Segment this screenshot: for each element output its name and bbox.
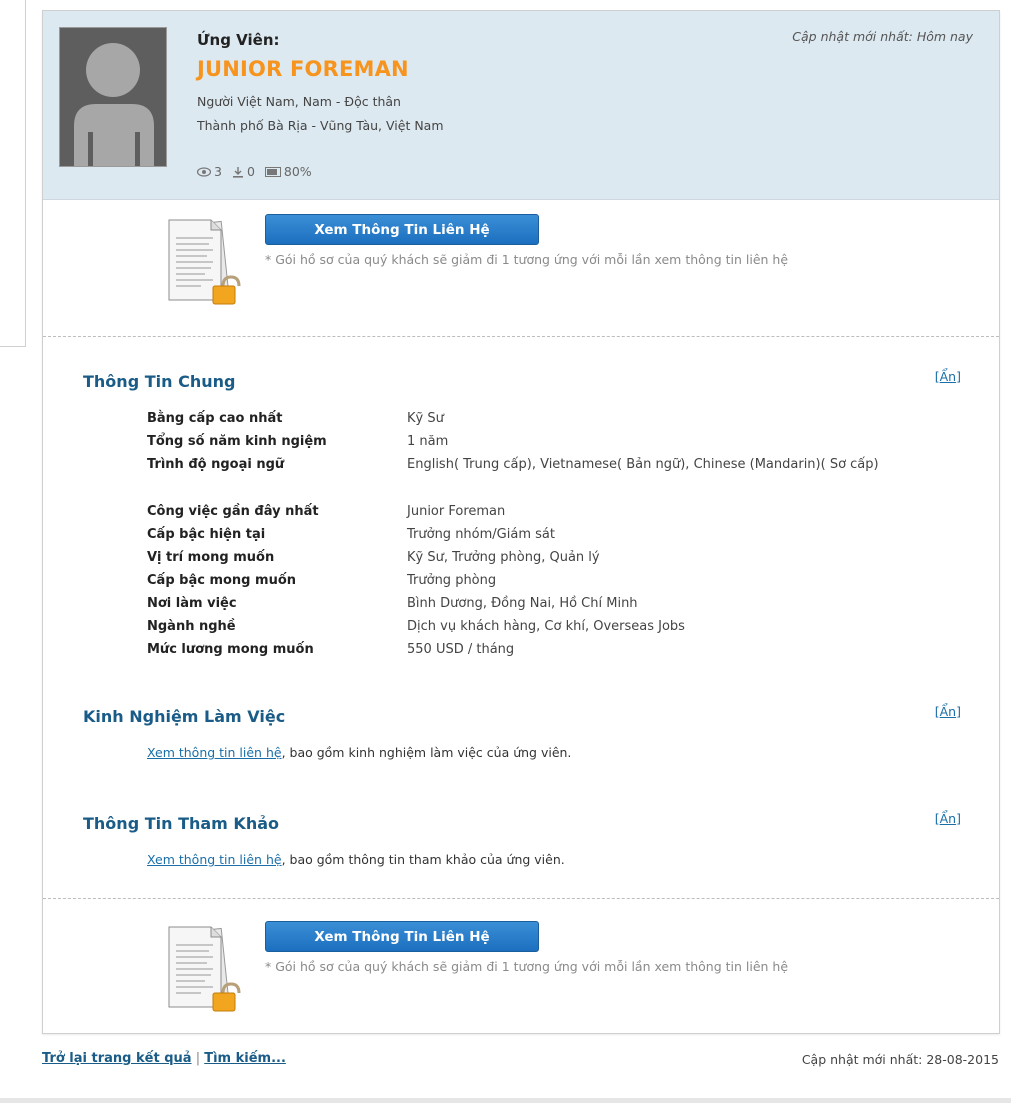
info-key: Vị trí mong muốn <box>147 550 275 565</box>
downloads-stat: 0 <box>232 164 255 179</box>
info-value: English( Trung cấp), Vietnamese( Bản ngữ… <box>407 457 879 472</box>
download-icon <box>232 166 243 178</box>
general-info-title: Thông Tin Chung <box>83 372 236 391</box>
views-count: 3 <box>214 164 222 179</box>
candidate-name: JUNIOR FOREMAN <box>197 57 409 81</box>
info-key: Cấp bậc hiện tại <box>147 527 266 542</box>
experience-title: Kinh Nghiệm Làm Việc <box>83 707 286 726</box>
back-to-results-link[interactable]: Trở lại trang kết quả <box>42 1051 192 1066</box>
bottom-divider <box>0 1098 1011 1103</box>
info-key: Bằng cấp cao nhất <box>147 411 283 426</box>
eye-icon <box>197 166 211 177</box>
info-value: Dịch vụ khách hàng, Cơ khí, Overseas Job… <box>407 619 685 634</box>
view-contact-button-bottom[interactable]: Xem Thông Tin Liên Hệ <box>265 921 539 952</box>
info-key: Nơi làm việc <box>147 596 237 611</box>
reference-contact-link[interactable]: Xem thông tin liên hệ <box>147 852 282 867</box>
contact-block-top: Xem Thông Tin Liên Hệ * Gói hồ sơ của qu… <box>43 200 999 336</box>
footer-links: Trở lại trang kết quả | Tìm kiếm... <box>42 1051 286 1066</box>
last-updated-date: Cập nhật mới nhất: 28-08-2015 <box>801 1052 999 1067</box>
last-updated-today: Cập nhật mới nhất: Hôm nay <box>792 29 973 44</box>
experience-rest-text: , bao gồm kinh nghiệm làm việc của ứng v… <box>281 745 572 760</box>
reference-title: Thông Tin Tham Khảo <box>83 814 279 833</box>
info-value: Bình Dương, Đồng Nai, Hồ Chí Minh <box>407 596 638 611</box>
contact-block-bottom: Xem Thông Tin Liên Hệ * Gói hồ sơ của qu… <box>43 899 999 1035</box>
view-contact-button-top[interactable]: Xem Thông Tin Liên Hệ <box>265 214 539 245</box>
completion-percent: 80% <box>283 164 312 179</box>
info-value: Kỹ Sư, Trưởng phòng, Quản lý <box>407 550 600 565</box>
footer-separator: | <box>195 1051 201 1066</box>
reference-rest-text: , bao gồm thông tin tham khảo của ứng vi… <box>281 852 565 867</box>
info-key: Tổng số năm kinh ngiệm <box>147 434 327 449</box>
views-stat: 3 <box>197 164 222 179</box>
resume-card: Ứng Viên: JUNIOR FOREMAN Người Việt Nam,… <box>42 10 1000 1034</box>
section-divider <box>43 336 999 337</box>
experience-contact-link[interactable]: Xem thông tin liên hệ <box>147 745 282 760</box>
info-key: Ngành nghề <box>147 619 236 634</box>
candidate-label: Ứng Viên: <box>197 31 280 49</box>
left-panel-edge <box>0 0 26 347</box>
candidate-nationality: Người Việt Nam, Nam - Độc thân <box>197 94 401 109</box>
locked-document-icon <box>161 214 241 310</box>
info-value: Junior Foreman <box>407 504 506 519</box>
info-value: 1 năm <box>407 434 449 449</box>
info-value: 550 USD / tháng <box>407 642 515 657</box>
downloads-count: 0 <box>246 164 255 179</box>
experience-hide-link[interactable]: Ẩn <box>940 704 956 719</box>
info-value: Trưởng nhóm/Giám sát <box>407 527 555 542</box>
reference-hide-link[interactable]: Ẩn <box>940 811 956 826</box>
info-key: Cấp bậc mong muốn <box>147 573 297 588</box>
info-key: Công việc gần đây nhất <box>147 504 319 519</box>
info-value: Trưởng phòng <box>407 573 497 588</box>
info-key: Mức lương mong muốn <box>147 642 314 657</box>
candidate-location: Thành phố Bà Rịa - Vũng Tàu, Việt Nam <box>197 118 444 133</box>
avatar-placeholder-icon <box>59 27 167 167</box>
reference-hide: [Ẩn] <box>934 811 961 826</box>
experience-text: Xem thông tin liên hệ, bao gồm kinh nghi… <box>147 745 571 760</box>
progress-bar-icon <box>264 166 281 177</box>
candidate-stats: 3 0 80% <box>197 164 322 179</box>
contact-note-top: * Gói hồ sơ của quý khách sẽ giảm đi 1 t… <box>265 252 789 267</box>
reference-text: Xem thông tin liên hệ, bao gồm thông tin… <box>147 852 565 867</box>
general-info-hide: [Ẩn] <box>934 369 961 384</box>
candidate-header: Ứng Viên: JUNIOR FOREMAN Người Việt Nam,… <box>43 11 999 200</box>
search-link[interactable]: Tìm kiếm... <box>204 1051 286 1066</box>
locked-document-icon <box>161 921 241 1017</box>
info-key: Trình độ ngoại ngữ <box>147 457 285 472</box>
completion-stat: 80% <box>264 164 312 179</box>
info-value: Kỹ Sư <box>407 411 444 426</box>
contact-note-bottom: * Gói hồ sơ của quý khách sẽ giảm đi 1 t… <box>265 959 789 974</box>
experience-hide: [Ẩn] <box>934 704 961 719</box>
general-info-hide-link[interactable]: Ẩn <box>940 369 956 384</box>
